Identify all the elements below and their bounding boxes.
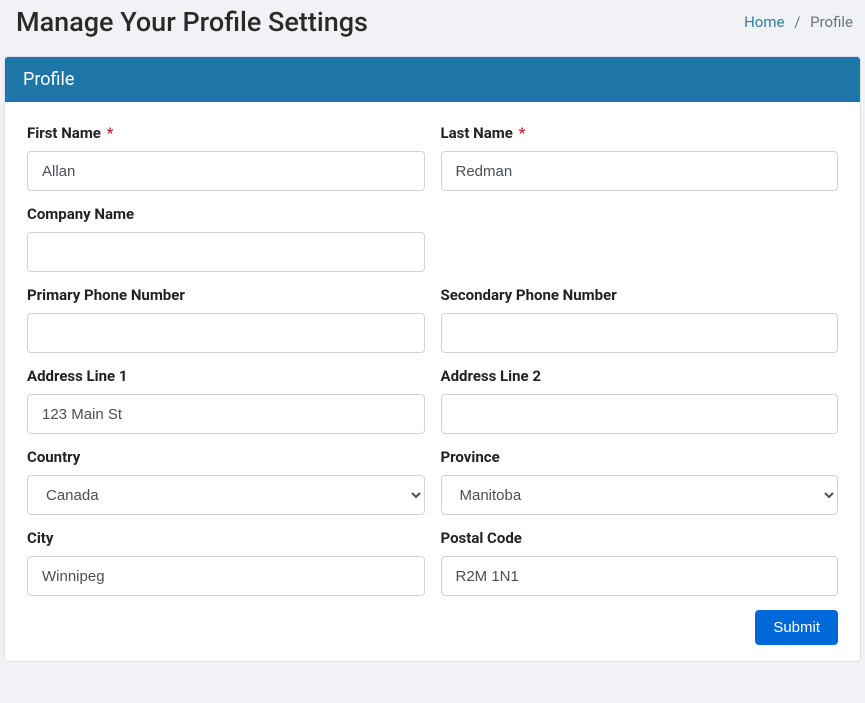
last-name-label-text: Last Name (441, 124, 513, 142)
breadcrumb: Home / Profile (744, 13, 853, 31)
submit-button[interactable]: Submit (755, 610, 838, 645)
breadcrumb-home-link[interactable]: Home (744, 13, 784, 31)
address1-label: Address Line 1 (27, 367, 425, 385)
first-name-label: First Name * (27, 124, 425, 142)
company-name-input[interactable] (27, 232, 425, 272)
empty-slot (441, 205, 839, 272)
address1-input[interactable] (27, 394, 425, 434)
postal-code-label: Postal Code (441, 529, 839, 547)
last-name-label: Last Name * (441, 124, 839, 142)
page-title: Manage Your Profile Settings (16, 6, 368, 38)
secondary-phone-input[interactable] (441, 313, 839, 353)
profile-panel: Profile First Name * Last Name * Company… (4, 56, 861, 662)
primary-phone-input[interactable] (27, 313, 425, 353)
province-select[interactable]: Manitoba (441, 475, 839, 515)
city-label: City (27, 529, 425, 547)
required-marker: * (107, 124, 114, 142)
country-select[interactable]: Canada (27, 475, 425, 515)
company-name-label: Company Name (27, 205, 425, 223)
breadcrumb-current: Profile (810, 13, 853, 31)
last-name-input[interactable] (441, 151, 839, 191)
first-name-input[interactable] (27, 151, 425, 191)
city-input[interactable] (27, 556, 425, 596)
secondary-phone-label: Secondary Phone Number (441, 286, 839, 304)
first-name-label-text: First Name (27, 124, 101, 142)
address2-label: Address Line 2 (441, 367, 839, 385)
postal-code-input[interactable] (441, 556, 839, 596)
province-label: Province (441, 448, 839, 466)
required-marker: * (519, 124, 526, 142)
primary-phone-label: Primary Phone Number (27, 286, 425, 304)
country-label: Country (27, 448, 425, 466)
breadcrumb-separator: / (794, 13, 800, 31)
panel-heading: Profile (5, 57, 860, 102)
address2-input[interactable] (441, 394, 839, 434)
